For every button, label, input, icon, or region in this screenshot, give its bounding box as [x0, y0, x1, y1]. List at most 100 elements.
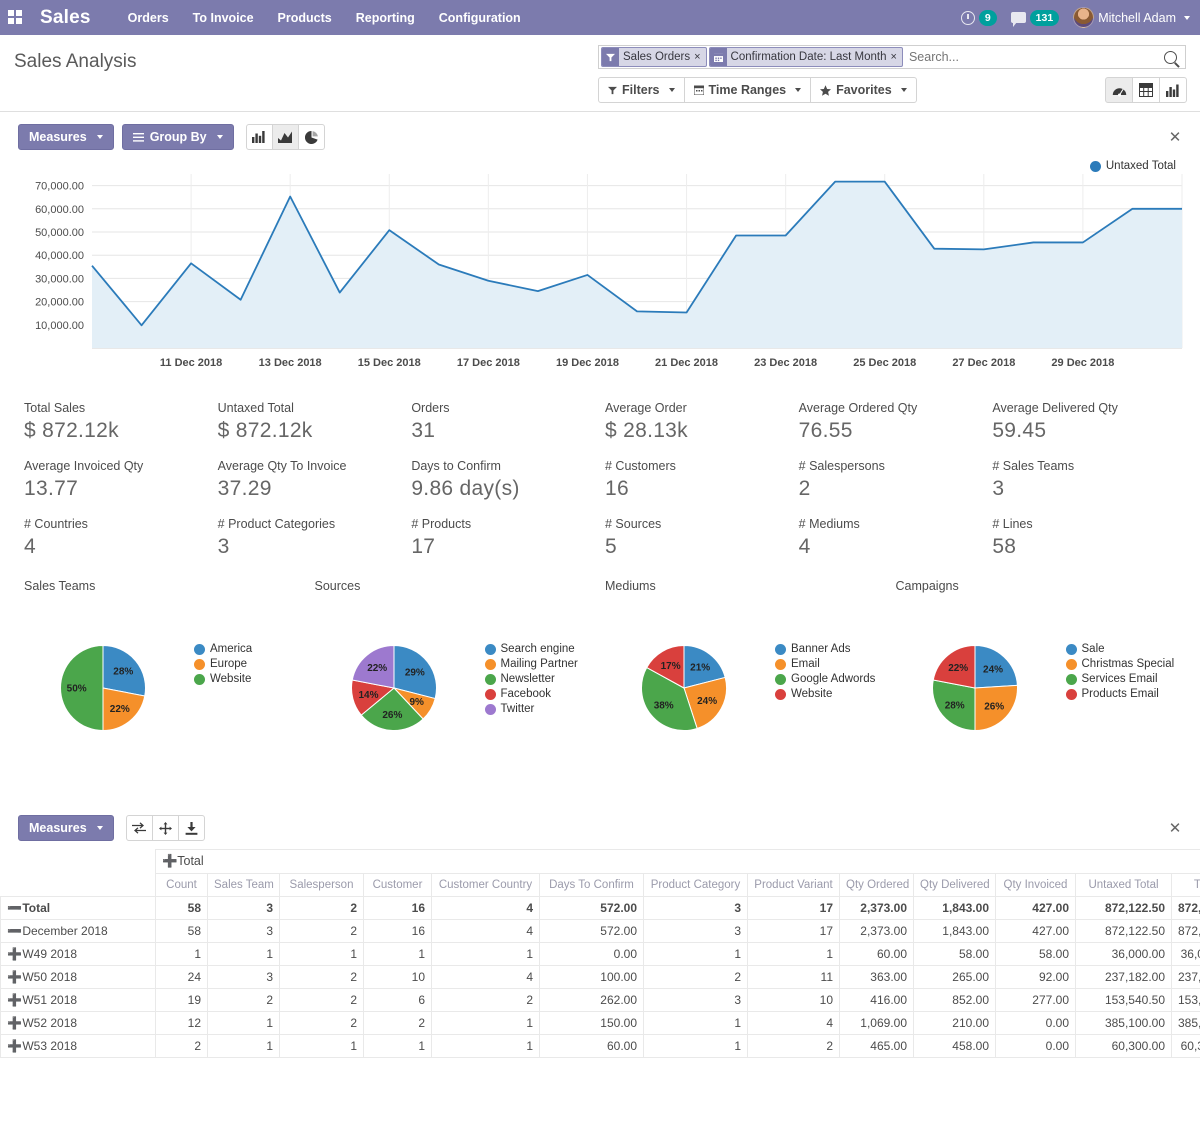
facet-sales-orders[interactable]: Sales Orders ×: [601, 47, 707, 67]
pivot-column-header[interactable]: Count: [156, 874, 208, 897]
pivot-cell[interactable]: 1: [280, 943, 364, 966]
pivot-cell[interactable]: 3: [644, 989, 748, 1012]
pie-legend-item[interactable]: Search engine: [485, 643, 578, 655]
pivot-cell[interactable]: 19: [156, 989, 208, 1012]
pivot-cell[interactable]: 60.00: [840, 943, 914, 966]
pivot-row-header[interactable]: ➕ W50 2018: [1, 966, 156, 989]
pivot-cell[interactable]: 153,540.50: [1076, 989, 1172, 1012]
pivot-cell[interactable]: 153,540.50: [1172, 989, 1200, 1012]
pivot-cell[interactable]: 0.00: [996, 1035, 1076, 1058]
user-menu[interactable]: Mitchell Adam: [1073, 7, 1190, 28]
pivot-cell[interactable]: 2: [748, 1035, 840, 1058]
pivot-cell[interactable]: 17: [748, 920, 840, 943]
pivot-row-header[interactable]: ➕ W53 2018: [1, 1035, 156, 1058]
pivot-cell[interactable]: 427.00: [996, 920, 1076, 943]
pivot-column-header[interactable]: Qty Delivered: [914, 874, 996, 897]
expand-toggle-icon[interactable]: ➕: [7, 970, 19, 984]
pivot-cell[interactable]: 265.00: [914, 966, 996, 989]
pivot-column-header[interactable]: Total: [1172, 874, 1200, 897]
pivot-cell[interactable]: 60.00: [540, 1035, 644, 1058]
view-button-dashboard[interactable]: [1105, 77, 1133, 103]
pie-legend-item[interactable]: Twitter: [485, 703, 578, 715]
pivot-cell[interactable]: 1: [208, 1035, 280, 1058]
pivot-cell[interactable]: 1: [748, 943, 840, 966]
chart-type-pie-button[interactable]: [298, 124, 325, 150]
pie-legend-item[interactable]: Email: [775, 658, 875, 670]
graph-measures-button[interactable]: Measures: [18, 124, 114, 150]
pie-legend[interactable]: America Europe Website: [194, 643, 252, 685]
close-icon[interactable]: ×: [891, 48, 902, 66]
pivot-cell[interactable]: 1: [364, 1035, 432, 1058]
pivot-cell[interactable]: 17: [748, 897, 840, 920]
pivot-cell[interactable]: 36,000.00: [1076, 943, 1172, 966]
pivot-cell[interactable]: 1: [644, 943, 748, 966]
pie-legend-item[interactable]: Google Adwords: [775, 673, 875, 685]
expand-toggle-icon[interactable]: ➕: [7, 1039, 19, 1053]
pie-legend-item[interactable]: Website: [775, 688, 875, 700]
pie-legend-item[interactable]: Europe: [194, 658, 252, 670]
menu-item-configuration[interactable]: Configuration: [438, 8, 522, 28]
pivot-cell[interactable]: 872,122.50: [1076, 920, 1172, 943]
pivot-cell[interactable]: 36,000.00: [1172, 943, 1200, 966]
pivot-cell[interactable]: 427.00: [996, 897, 1076, 920]
expand-toggle-icon[interactable]: ➕: [7, 947, 19, 961]
pivot-cell[interactable]: 10: [364, 966, 432, 989]
table-row[interactable]: ➕ W51 2018192262262.00310416.00852.00277…: [1, 989, 1200, 1012]
pivot-cell[interactable]: 2: [280, 966, 364, 989]
pivot-cell[interactable]: 0.00: [540, 943, 644, 966]
pivot-cell[interactable]: 60,300.00: [1172, 1035, 1200, 1058]
pivot-cell[interactable]: 262.00: [540, 989, 644, 1012]
pivot-row-header[interactable]: ➕ W51 2018: [1, 989, 156, 1012]
pivot-cell[interactable]: 3: [208, 920, 280, 943]
menu-item-reporting[interactable]: Reporting: [355, 8, 416, 28]
pivot-cell[interactable]: 10: [748, 989, 840, 1012]
pivot-cell[interactable]: 58: [156, 897, 208, 920]
pivot-cell[interactable]: 1: [208, 943, 280, 966]
activities-menu[interactable]: 9: [961, 10, 997, 26]
pivot-cell[interactable]: 210.00: [914, 1012, 996, 1035]
menu-item-to-invoice[interactable]: To Invoice: [192, 8, 255, 28]
pie-legend-item[interactable]: Services Email: [1066, 673, 1175, 685]
pivot-column-header[interactable]: Qty Ordered: [840, 874, 914, 897]
pivot-column-header[interactable]: Product Category: [644, 874, 748, 897]
pivot-cell[interactable]: 572.00: [540, 920, 644, 943]
pie-legend-item[interactable]: Banner Ads: [775, 643, 875, 655]
pie-legend[interactable]: SaleChristmas SpecialServices EmailProdu…: [1066, 643, 1175, 700]
pivot-cell[interactable]: 572.00: [540, 897, 644, 920]
pivot-column-header[interactable]: Customer: [364, 874, 432, 897]
pivot-cell[interactable]: 6: [364, 989, 432, 1012]
pivot-cell[interactable]: 3: [644, 897, 748, 920]
pivot-cell[interactable]: 2: [280, 1012, 364, 1035]
pivot-cell[interactable]: 1: [364, 943, 432, 966]
pivot-cell[interactable]: 1,069.00: [840, 1012, 914, 1035]
pie-legend-item[interactable]: Newsletter: [485, 673, 578, 685]
pie-legend-item[interactable]: Christmas Special: [1066, 658, 1175, 670]
search-input[interactable]: [903, 50, 1160, 64]
pie-legend-item[interactable]: Website: [194, 673, 252, 685]
pivot-cell[interactable]: 4: [432, 897, 540, 920]
pivot-row-header[interactable]: ➕ W52 2018: [1, 1012, 156, 1035]
menu-item-products[interactable]: Products: [277, 8, 333, 28]
expand-toggle-icon[interactable]: ➕: [162, 854, 174, 869]
close-icon[interactable]: ×: [694, 48, 705, 66]
pivot-cell[interactable]: 385,100.00: [1172, 1012, 1200, 1035]
pie-legend-item[interactable]: America: [194, 643, 252, 655]
pie-legend-item[interactable]: Sale: [1066, 643, 1175, 655]
pivot-cell[interactable]: 2: [156, 1035, 208, 1058]
pivot-cell[interactable]: 872,122.50: [1172, 897, 1200, 920]
pivot-cell[interactable]: 58: [156, 920, 208, 943]
view-button-graph[interactable]: [1159, 77, 1187, 103]
pivot-cell[interactable]: 2: [208, 989, 280, 1012]
pivot-cell[interactable]: 16: [364, 920, 432, 943]
search-view[interactable]: Sales Orders × Confirmation Date: Last: [598, 45, 1186, 69]
pivot-cell[interactable]: 1: [156, 943, 208, 966]
pivot-cell[interactable]: 1: [432, 943, 540, 966]
pivot-cell[interactable]: 277.00: [996, 989, 1076, 1012]
expand-toggle-icon[interactable]: ➕: [7, 993, 19, 1007]
app-brand-sales[interactable]: Sales: [40, 7, 91, 29]
graph-group-by-button[interactable]: Group By: [122, 124, 234, 150]
pivot-measures-button[interactable]: Measures: [18, 815, 114, 841]
pivot-cell[interactable]: 58.00: [996, 943, 1076, 966]
pivot-cell[interactable]: 2: [280, 897, 364, 920]
menu-item-orders[interactable]: Orders: [127, 8, 170, 28]
